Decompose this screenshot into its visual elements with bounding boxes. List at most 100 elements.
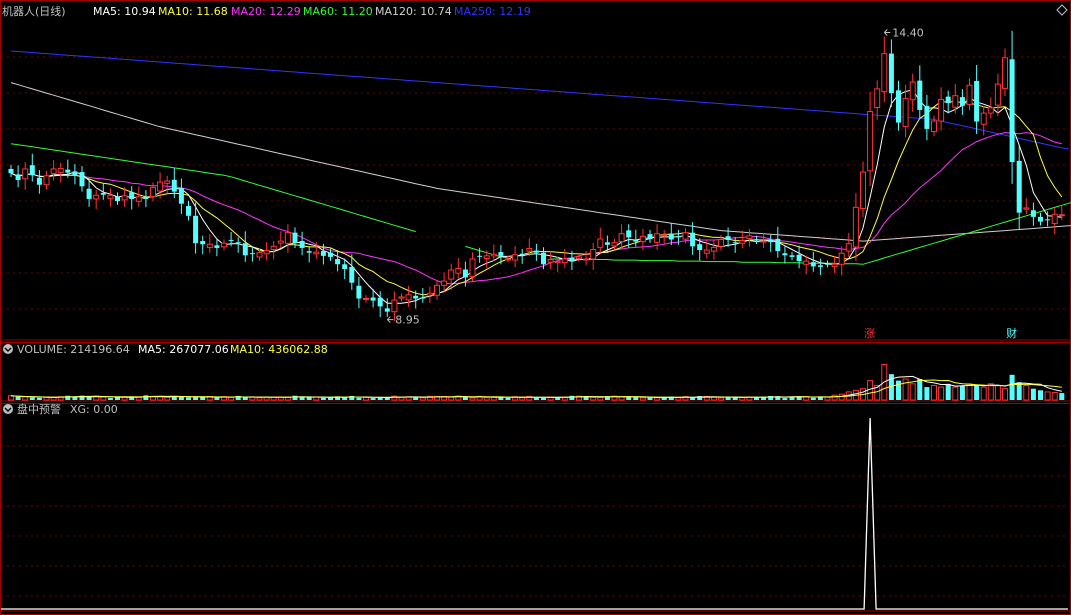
candle-body-down: [370, 297, 376, 301]
candles: [8, 30, 1065, 322]
candle-body-up: [831, 263, 838, 267]
candle-body-down: [328, 252, 333, 257]
candle-body-down: [604, 242, 610, 245]
volume-bar-up: [363, 396, 369, 401]
volume-bar-down: [533, 397, 539, 400]
stock-chart: 机器人(日线) MA5: 10.94 MA10: 11.68 MA20: 12.…: [0, 0, 1071, 615]
volume-bar-down: [782, 398, 788, 400]
candle-body-down: [888, 53, 894, 94]
volume-bar-down: [143, 395, 149, 400]
candle-body-up: [838, 252, 845, 265]
candle-body-up: [505, 258, 511, 261]
volume-bar-up: [164, 396, 171, 401]
volume-bar-down: [342, 397, 348, 400]
volume-bar-down: [356, 397, 362, 400]
marker-zhang[interactable]: 涨: [864, 327, 875, 340]
candle-body-down: [306, 251, 312, 253]
legend-ma20: MA20: 12.29: [231, 5, 301, 18]
candle-body-down: [796, 254, 802, 262]
volume-bars: [8, 363, 1065, 401]
candle-body-up: [398, 296, 405, 299]
volume-bar-down: [214, 397, 220, 400]
candle-body-up: [611, 242, 618, 247]
volume-bar-up: [519, 397, 526, 401]
volume-bar-down: [1030, 388, 1036, 400]
candle-body-up: [22, 168, 29, 180]
ma60-line: [10, 143, 416, 233]
volume-bar-down: [242, 397, 248, 400]
candle-body-up: [654, 233, 661, 243]
candle-body-down: [86, 188, 92, 199]
candle-body-up: [639, 235, 646, 243]
volume-bar-down: [36, 397, 42, 400]
candle-body-down: [1016, 160, 1022, 213]
volume-bar-up: [909, 383, 916, 401]
marker-cai[interactable]: 财: [1006, 326, 1017, 340]
candle-body-up: [441, 280, 448, 286]
volume-bar-up: [952, 386, 959, 401]
candle-body-down: [690, 232, 696, 247]
candle-body-down: [356, 285, 362, 299]
candle-body-up: [576, 256, 582, 259]
candle-body-up: [469, 258, 476, 277]
candle-body-up: [434, 284, 440, 296]
volume-bar-up: [980, 386, 987, 401]
candle-body-down: [917, 80, 923, 110]
candle-body-down: [413, 295, 419, 299]
volume-bar-down: [690, 397, 696, 400]
volume-bar-down: [15, 396, 21, 400]
candle-body-down: [8, 168, 14, 174]
high-label: 14.40: [892, 27, 924, 40]
alert-collapse-icon[interactable]: [3, 404, 13, 414]
candle-body-down: [335, 259, 341, 265]
candle-body-up: [931, 120, 937, 133]
candle-body-up: [590, 249, 597, 260]
candle-body-up: [1002, 57, 1008, 89]
candle-body-down: [214, 245, 220, 248]
volume-collapse-icon[interactable]: [3, 344, 13, 354]
candle-body-up: [952, 95, 959, 108]
volume-bar-up: [994, 384, 1001, 401]
candle-body-down: [349, 266, 355, 283]
candle-body-down: [420, 297, 426, 299]
candle-body-up: [583, 258, 590, 261]
candle-body-up: [164, 180, 171, 184]
candle-body-down: [775, 238, 781, 252]
chart-title: 机器人(日线): [2, 4, 66, 18]
candle-body-down: [725, 236, 731, 241]
ma120-line: [10, 82, 1071, 242]
candle-body-down: [79, 172, 85, 187]
volume-bar-up: [597, 396, 604, 401]
candle-body-down: [647, 234, 653, 239]
candle-body-down: [1045, 219, 1051, 221]
candle-body-down: [1009, 59, 1015, 163]
candle-body-up: [426, 292, 433, 296]
diamond-icon[interactable]: [1056, 4, 1068, 16]
candle-body-up: [547, 259, 554, 263]
candle-body-up: [938, 98, 945, 122]
candle-body-up: [490, 253, 497, 257]
high-arrow-icon: [883, 29, 891, 36]
candle-body-up: [135, 196, 142, 202]
volume-bar-down: [65, 395, 71, 400]
candle-body-up: [874, 88, 881, 108]
volume-bar-down: [193, 397, 199, 400]
low-arrow-icon: [386, 316, 394, 323]
candle-body-down: [171, 179, 177, 192]
candle-body-up: [391, 299, 398, 313]
volume-bar-up: [1023, 384, 1030, 401]
candle-body-down: [782, 253, 788, 256]
volume-bar-down: [647, 397, 653, 400]
legend-ma60: MA60: 11.20: [303, 5, 373, 18]
volume-bar-up: [831, 394, 838, 401]
candle-body-up: [845, 243, 852, 252]
candle-body-down: [974, 80, 980, 122]
volume-bar-down: [377, 397, 383, 400]
volume-bar-up: [675, 397, 682, 401]
volume-bar-up: [1044, 391, 1051, 401]
volume-bar-down: [541, 397, 546, 400]
candle-body-down: [384, 308, 390, 312]
candle-body-down: [477, 255, 483, 257]
candle-body-down: [675, 236, 681, 238]
candle-body-up: [256, 252, 263, 258]
